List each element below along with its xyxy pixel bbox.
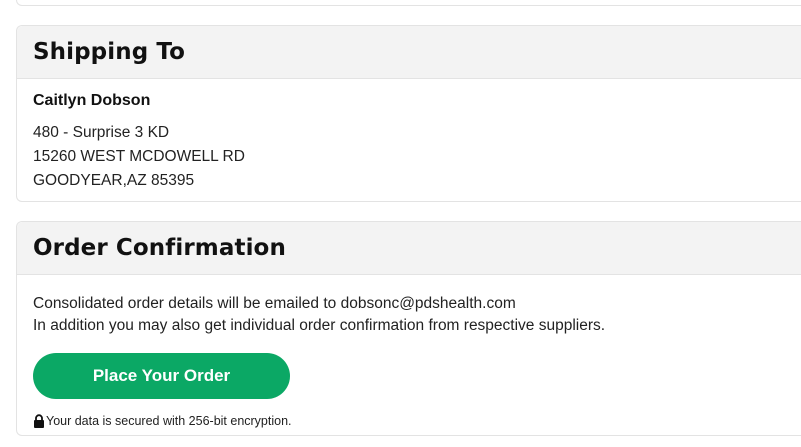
shipping-title: Shipping To	[33, 39, 186, 65]
checkout-page: Shipping To Caitlyn Dobson 480 - Surpris…	[0, 0, 801, 447]
order-confirmation-title: Order Confirmation	[33, 235, 286, 261]
address-line-2: 15260 WEST MCDOWELL RD	[33, 148, 245, 165]
address-line-1: 480 - Surprise 3 KD	[33, 124, 170, 141]
secure-note-text: Your data is secured with 256-bit encryp…	[46, 414, 292, 428]
recipient-name: Caitlyn Dobson	[33, 92, 151, 109]
place-order-button[interactable]: Place Your Order	[33, 353, 290, 399]
shipping-card-body: Caitlyn Dobson 480 - Surprise 3 KD 15260…	[17, 79, 801, 193]
order-confirmation-body: Consolidated order details will be email…	[17, 275, 801, 428]
supplier-notice: In addition you may also get individual …	[33, 317, 606, 334]
lock-icon	[33, 414, 45, 428]
shipping-card-header: Shipping To	[17, 26, 801, 79]
secure-note: Your data is secured with 256-bit encryp…	[33, 414, 800, 428]
shipping-card: Shipping To Caitlyn Dobson 480 - Surpris…	[16, 25, 801, 202]
address-line-3: GOODYEAR,AZ 85395	[33, 172, 195, 189]
email-notice: Consolidated order details will be email…	[33, 295, 516, 312]
order-confirmation-header: Order Confirmation	[17, 222, 801, 275]
order-confirmation-card: Order Confirmation Consolidated order de…	[16, 221, 801, 436]
previous-section-card	[16, 0, 801, 6]
